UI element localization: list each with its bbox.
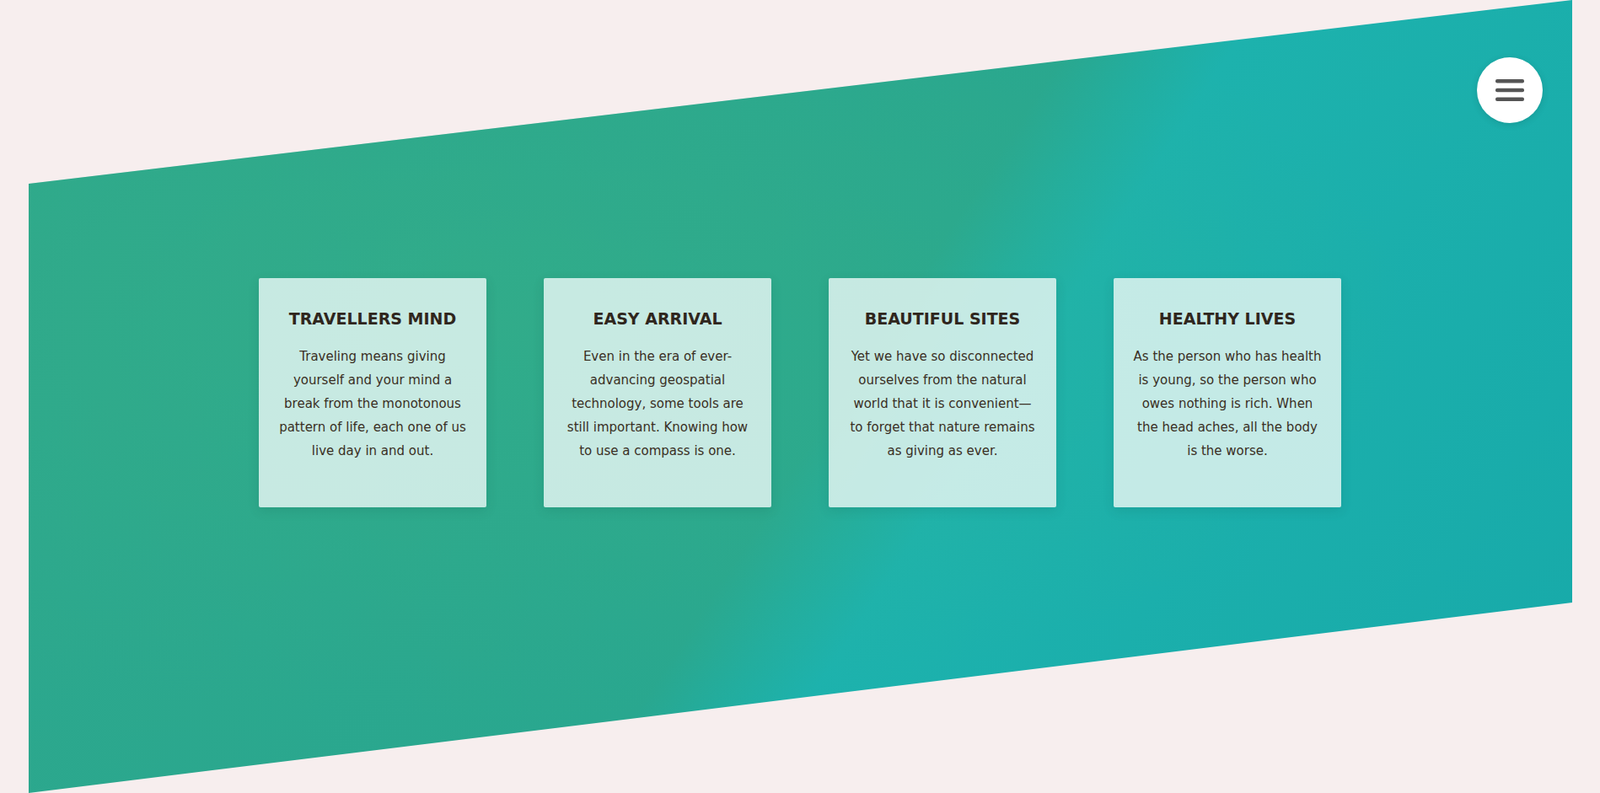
card-title: TRAVELLERS MIND bbox=[277, 308, 468, 330]
feature-card: TRAVELLERS MIND Traveling means giving yo… bbox=[258, 278, 487, 508]
card-title: BEAUTIFUL SITES bbox=[847, 308, 1038, 330]
card-text: Yet we have so disconnected ourselves fr… bbox=[847, 344, 1038, 463]
card-text: As the person who has health is young, s… bbox=[1132, 344, 1323, 463]
hamburger-icon bbox=[1495, 79, 1525, 102]
card-text: Traveling means giving yourself and your… bbox=[277, 344, 468, 463]
feature-card: BEAUTIFUL SITES Yet we have so disconnect… bbox=[828, 278, 1057, 508]
card-row: TRAVELLERS MIND Traveling means giving yo… bbox=[0, 278, 1600, 508]
feature-card: EASY ARRIVAL Even in the era of ever-adva… bbox=[543, 278, 772, 508]
card-text: Even in the era of ever-advancing geospa… bbox=[562, 344, 753, 463]
card-title: HEALTHY LIVES bbox=[1132, 308, 1323, 330]
feature-section: TRAVELLERS MIND Traveling means giving yo… bbox=[28, 0, 1573, 793]
card-title: EASY ARRIVAL bbox=[562, 308, 753, 330]
page: TRAVELLERS MIND Traveling means giving yo… bbox=[0, 0, 1600, 793]
menu-button[interactable] bbox=[1476, 57, 1543, 124]
feature-card: HEALTHY LIVES As the person who has healt… bbox=[1113, 278, 1342, 508]
